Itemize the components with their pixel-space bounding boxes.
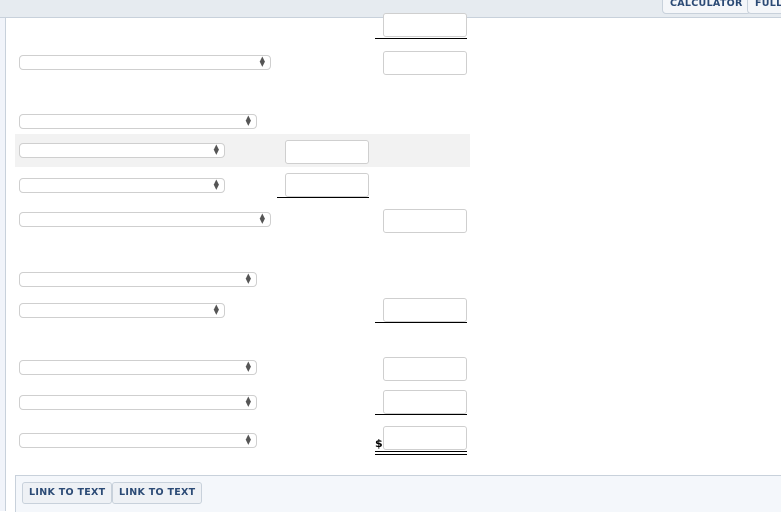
account-select-7[interactable]: ▲ ▼: [19, 303, 225, 318]
account-select-1[interactable]: ▲ ▼: [19, 55, 271, 70]
left-border: [0, 18, 6, 511]
select-arrows-icon: ▲ ▼: [245, 272, 251, 285]
amount-input-7[interactable]: [383, 298, 467, 322]
account-select-6[interactable]: ▲ ▼: [19, 272, 257, 287]
amount-input-4[interactable]: [285, 173, 369, 197]
underline: [375, 322, 467, 323]
amount-input-1[interactable]: [383, 13, 467, 37]
account-select-10[interactable]: ▲ ▼: [19, 433, 257, 448]
account-select-4[interactable]: ▲ ▼: [19, 178, 225, 193]
account-select-5[interactable]: ▲ ▼: [19, 212, 271, 227]
account-select-2[interactable]: ▲ ▼: [19, 114, 257, 129]
link-to-text-button-2[interactable]: LINK TO TEXT: [112, 482, 203, 504]
underline: [375, 38, 467, 39]
select-arrows-icon: ▲ ▼: [245, 395, 251, 408]
select-arrows-icon: ▲ ▼: [245, 433, 251, 446]
total-input[interactable]: [383, 426, 467, 450]
footer-bar: LINK TO TEXT LINK TO TEXT: [15, 475, 781, 512]
underline: [277, 197, 369, 198]
link-to-text-button-1[interactable]: LINK TO TEXT: [22, 482, 113, 504]
amount-input-9[interactable]: [383, 390, 467, 414]
account-select-9[interactable]: ▲ ▼: [19, 395, 257, 410]
account-select-3[interactable]: ▲ ▼: [19, 143, 225, 158]
select-arrows-icon: ▲ ▼: [259, 212, 265, 225]
select-arrows-icon: ▲ ▼: [245, 114, 251, 127]
calculator-button[interactable]: CALCULATOR: [662, 0, 751, 14]
select-arrows-icon: ▲ ▼: [213, 303, 219, 316]
amount-input-3[interactable]: [285, 140, 369, 164]
amount-input-8[interactable]: [383, 357, 467, 381]
select-arrows-icon: ▲ ▼: [245, 360, 251, 373]
account-select-8[interactable]: ▲ ▼: [19, 360, 257, 375]
select-arrows-icon: ▲ ▼: [213, 143, 219, 156]
amount-input-5[interactable]: [383, 209, 467, 233]
select-arrows-icon: ▲ ▼: [213, 178, 219, 191]
underline: [375, 414, 467, 415]
double-underline: [375, 451, 467, 455]
currency-symbol: $: [375, 437, 383, 450]
select-arrows-icon: ▲ ▼: [259, 55, 265, 68]
amount-input-2[interactable]: [383, 51, 467, 75]
full-screen-button[interactable]: FULL: [747, 0, 781, 14]
